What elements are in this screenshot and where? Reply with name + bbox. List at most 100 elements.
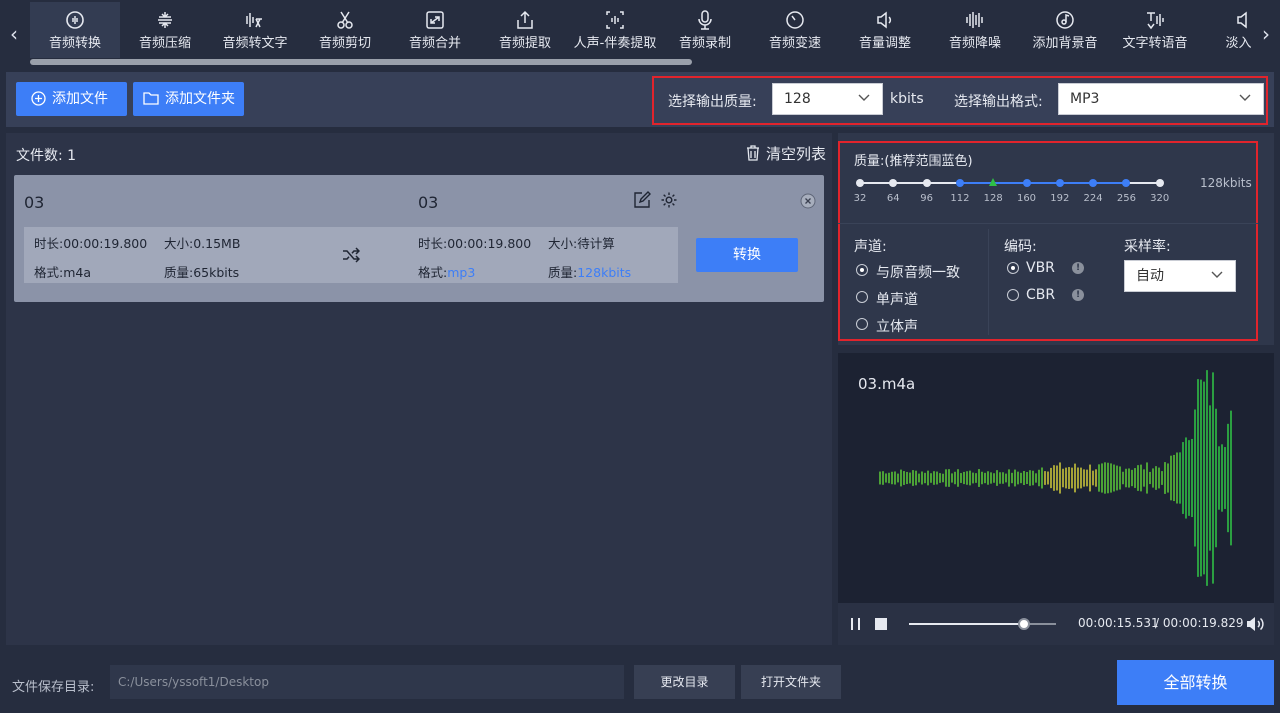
channel-stereo-radio[interactable] (856, 318, 868, 330)
add-file-label: 添加文件 (52, 91, 108, 107)
waveform-bars-icon (966, 12, 983, 28)
edit-icon[interactable] (633, 191, 651, 209)
tab-label: 音频压缩 (138, 36, 191, 51)
player-controls: 00:00:15.531 / 00:00:19.829 (838, 603, 1274, 645)
tab-speech-to-text[interactable]: 音频转文字 (210, 2, 300, 58)
action-bar: 添加文件 添加文件夹 选择输出质量: 128 kbits 选择输出格式: MP3 (6, 72, 1274, 127)
tab-audio-compress[interactable]: 音频压缩 (120, 2, 210, 58)
open-folder-button[interactable]: 打开文件夹 (741, 665, 841, 699)
info-icon[interactable]: ! (1072, 262, 1084, 274)
save-path-field[interactable]: C:/Users/yssoft1/Desktop (110, 665, 624, 699)
progress-knob[interactable] (1017, 618, 1030, 630)
tab-label: 音频录制 (678, 36, 731, 51)
gear-icon[interactable] (660, 191, 678, 209)
tab-fade[interactable]: 淡入淡 (1200, 2, 1252, 58)
fade-icon (1237, 11, 1247, 29)
file-details: 时长:00:00:19.800 大小:0.15MB 格式:m4a 质量:65kb… (24, 227, 678, 283)
samplerate-label: 采样率: (1124, 239, 1171, 255)
slider-tick-label: 32 (853, 193, 867, 204)
recommended-range (959, 182, 1127, 184)
stop-icon[interactable] (875, 618, 887, 630)
slider-tick[interactable] (922, 179, 931, 187)
slider-selected-marker[interactable] (989, 178, 998, 186)
convert-button[interactable]: 转换 (696, 238, 798, 272)
format-select[interactable]: MP3 (1058, 83, 1264, 115)
tab-audio-cut[interactable]: 音频剪切 (300, 2, 390, 58)
slider-tick[interactable] (856, 179, 864, 187)
pause-icon[interactable] (849, 618, 863, 630)
volume-icon[interactable] (1245, 615, 1265, 633)
scissors-icon (337, 11, 353, 29)
slider-tick[interactable] (1155, 179, 1164, 187)
output-duration: 时长:00:00:19.800 (418, 236, 532, 251)
remove-file-icon[interactable] (800, 193, 816, 209)
slider-tick-label: 64 (886, 193, 900, 204)
channel-mono-radio[interactable] (856, 291, 868, 303)
slider-tick[interactable] (1055, 179, 1064, 187)
tab-label: 音频提取 (498, 36, 551, 51)
slider-tick-label: 96 (920, 193, 933, 204)
scroll-left-arrow-icon[interactable]: ‹ (6, 22, 22, 46)
scroll-right-arrow-icon[interactable]: › (1258, 22, 1274, 46)
channel-original-label: 与原音频一致 (876, 265, 960, 281)
tab-noise-reduce[interactable]: 音频降噪 (930, 2, 1020, 58)
chevron-down-icon (858, 94, 870, 101)
toolbar-scrollbar[interactable] (30, 59, 692, 65)
speaker-icon (877, 11, 892, 29)
clear-list-label: 清空列表 (766, 145, 827, 163)
tab-audio-record[interactable]: 音频录制 (660, 2, 750, 58)
speed-clock-icon (786, 11, 804, 29)
tab-label: 音频变速 (768, 36, 821, 51)
save-dir-label: 文件保存目录: (12, 680, 95, 695)
audio-convert-icon (66, 11, 84, 29)
output-format: 格式:mp3 (418, 265, 476, 280)
tab-label: 淡入淡 (1225, 36, 1252, 51)
channel-original-radio[interactable] (856, 264, 868, 276)
slider-tick-label: 192 (1050, 193, 1070, 204)
slider-tick-label: 256 (1116, 193, 1136, 204)
source-file-name: 03 (24, 193, 45, 212)
quality-select[interactable]: 128 (772, 83, 883, 115)
top-toolbar: ‹ 音频转换 音频压缩 音频转文字 音频剪切 音频合并 音频提取 人声-伴奏提取 (0, 0, 1280, 67)
file-count-value: 1 (67, 148, 77, 164)
slider-tick[interactable] (1022, 179, 1031, 187)
channel-stereo-label: 立体声 (876, 319, 918, 335)
speech-to-text-icon (246, 13, 262, 28)
upload-icon (517, 10, 533, 29)
add-folder-button[interactable]: 添加文件夹 (133, 82, 244, 116)
file-card[interactable]: 03 03 时长:00:00:19.800 大小:0.15MB 格式:m4a 质… (14, 175, 824, 302)
time-current: 00:00:15.531 (1078, 616, 1159, 630)
tab-text-to-speech[interactable]: 文字转语音 (1110, 2, 1200, 58)
tab-label: 音量调整 (858, 36, 911, 51)
slider-tick-label: 112 (950, 193, 970, 204)
tab-add-bgm[interactable]: 添加背景音 (1020, 2, 1110, 58)
tab-label: 添加背景音 (1032, 36, 1098, 51)
slider-tick[interactable] (955, 179, 964, 187)
info-icon[interactable]: ! (1072, 289, 1084, 301)
tab-audio-speed[interactable]: 音频变速 (750, 2, 840, 58)
add-folder-label: 添加文件夹 (165, 91, 235, 107)
tab-audio-merge[interactable]: 音频合并 (390, 2, 480, 58)
tab-audio-convert[interactable]: 音频转换 (30, 2, 120, 58)
tab-volume-adjust[interactable]: 音量调整 (840, 2, 930, 58)
tab-label: 音频剪切 (318, 36, 371, 51)
merge-icon (426, 11, 444, 29)
source-size: 大小:0.15MB (164, 236, 241, 251)
source-quality: 质量:65kbits (164, 265, 240, 280)
change-dir-button[interactable]: 更改目录 (634, 665, 735, 699)
encoding-label: 编码: (1004, 239, 1037, 255)
samplerate-select[interactable]: 自动 (1124, 260, 1236, 292)
tab-label: 音频转换 (48, 36, 101, 51)
channel-label: 声道: (854, 239, 887, 255)
progress-fill (909, 623, 1024, 625)
encoding-cbr-radio[interactable] (1007, 289, 1019, 301)
tab-audio-extract[interactable]: 音频提取 (480, 2, 570, 58)
format-value: MP3 (1070, 91, 1100, 107)
add-file-button[interactable]: 添加文件 (16, 82, 127, 116)
tab-vocal-extract[interactable]: 人声-伴奏提取 (570, 2, 660, 58)
convert-all-button[interactable]: 全部转换 (1117, 660, 1274, 705)
tool-strip: 音频转换 音频压缩 音频转文字 音频剪切 音频合并 音频提取 人声-伴奏提取 音… (30, 2, 1252, 60)
encoding-vbr-radio[interactable] (1007, 262, 1019, 274)
tab-label: 文字转语音 (1122, 36, 1188, 51)
waveform-graphic[interactable] (838, 353, 1274, 603)
